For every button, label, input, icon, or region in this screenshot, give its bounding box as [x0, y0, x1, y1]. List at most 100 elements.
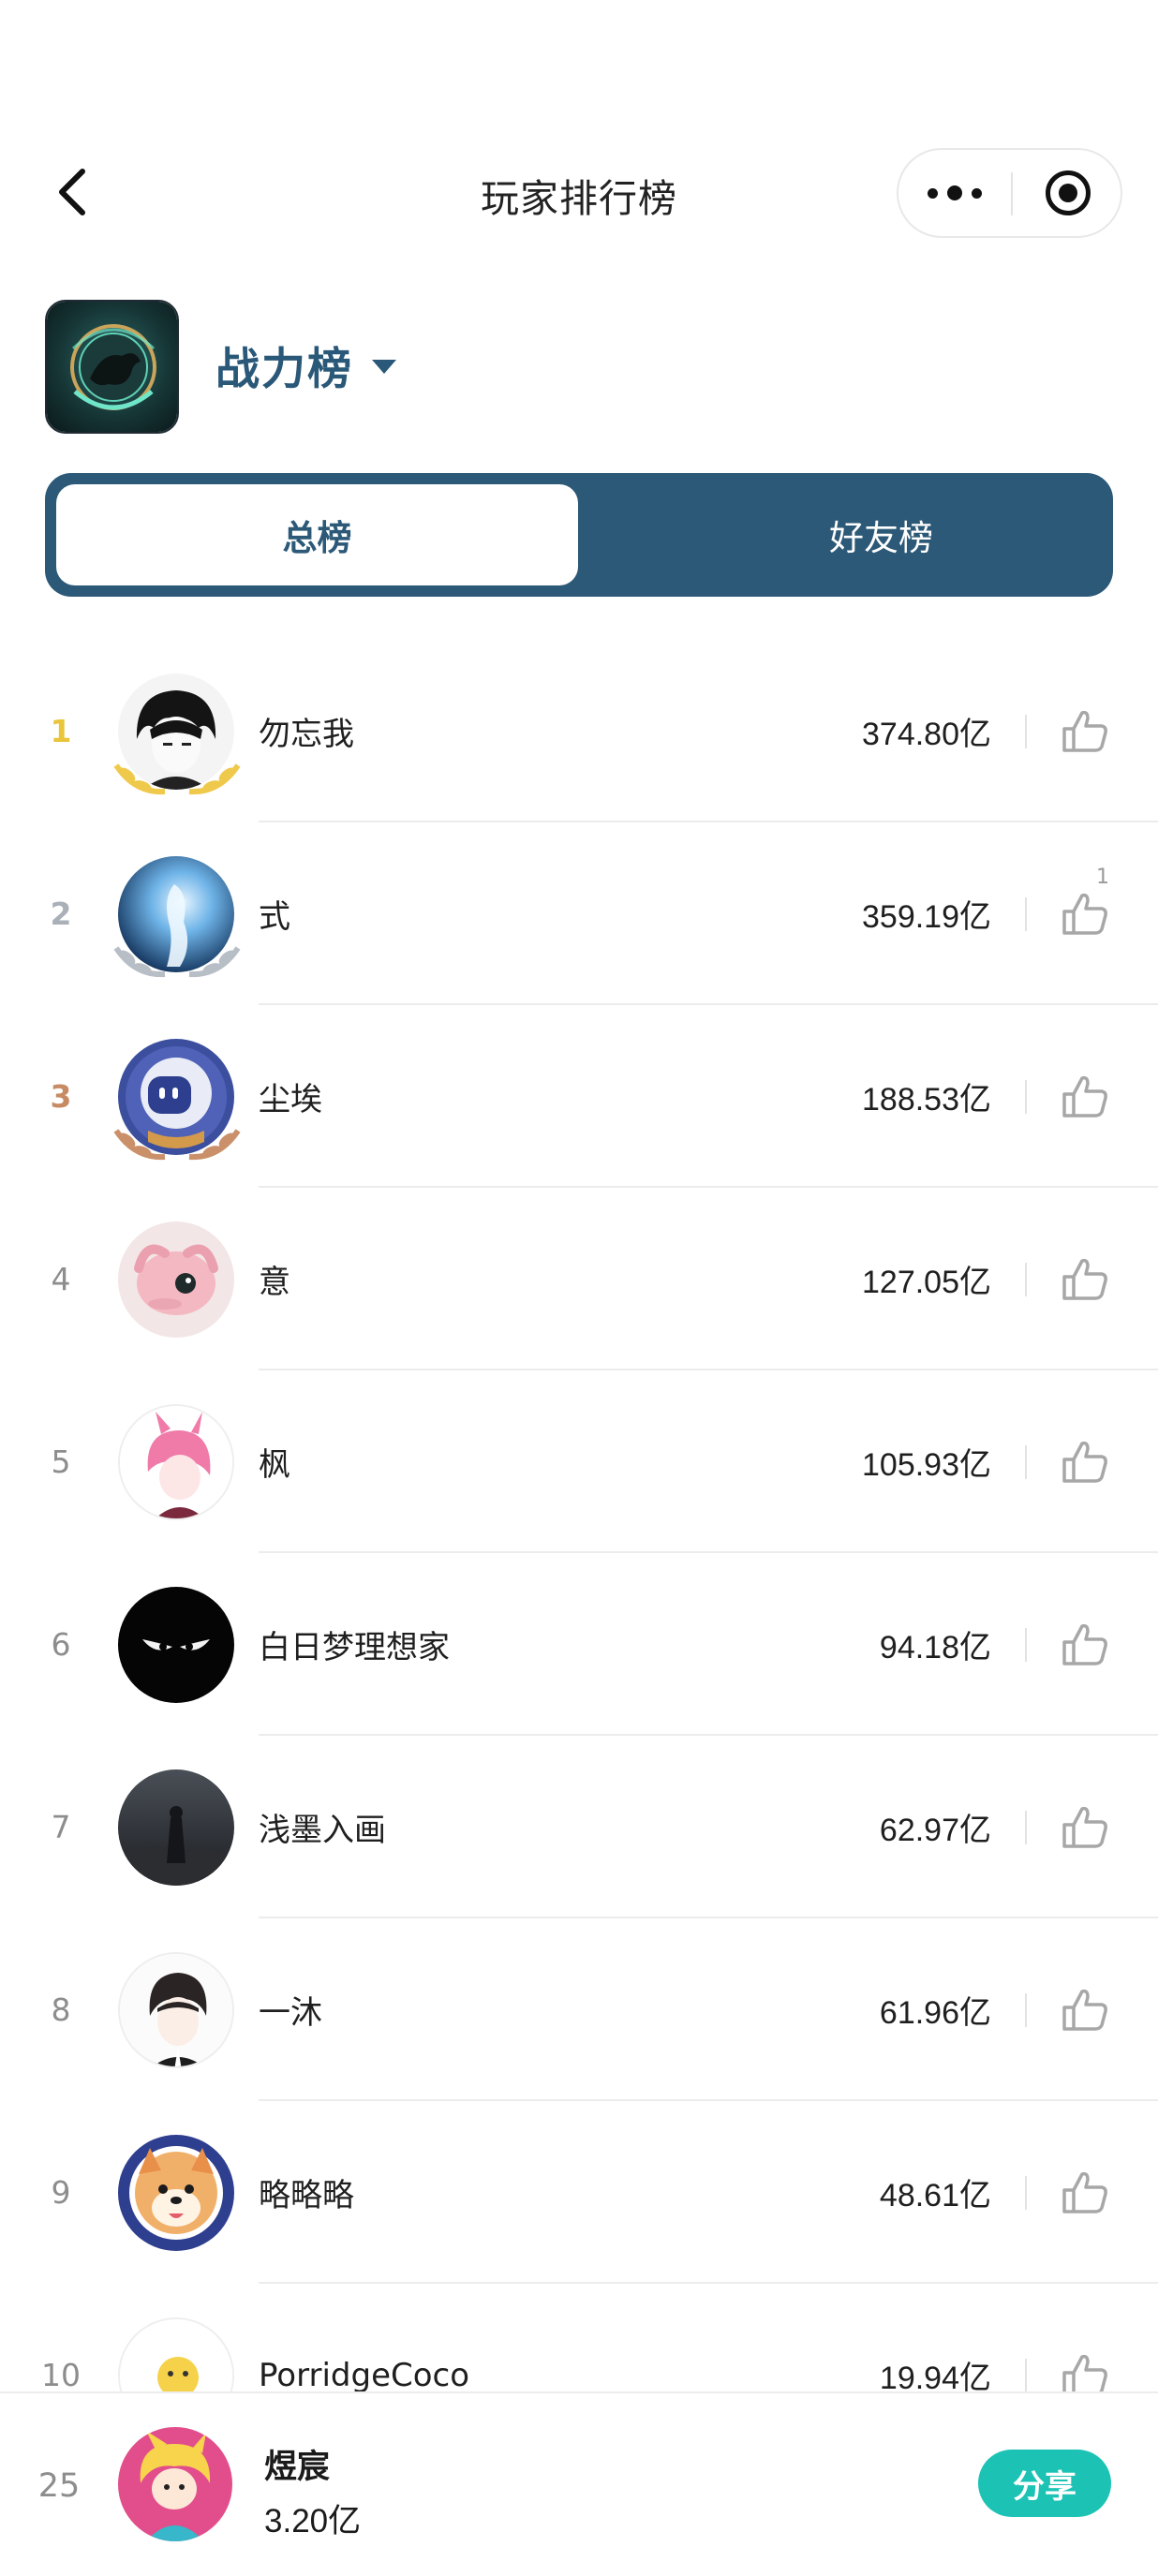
rank-number: 5 — [51, 1443, 71, 1480]
player-name: 白日梦理想家 — [259, 1629, 450, 1666]
thumbs-up-icon — [1062, 2171, 1107, 2213]
board-type-label: 战力榜 — [215, 344, 353, 395]
player-name: 一沐 — [259, 1994, 322, 2032]
thumbs-up-icon — [1062, 893, 1107, 935]
ranking-row: 10 PorridgeCoco 19.94亿 — [0, 2284, 1158, 2391]
ranking-row: 2 式 359.19亿 1 — [0, 822, 1158, 1005]
laurel-gold-icon — [113, 763, 241, 795]
laurel-bronze-icon — [113, 1129, 241, 1161]
player-score: 374.80亿 — [862, 717, 991, 752]
rank-number: 7 — [51, 1809, 71, 1845]
thumbs-up-icon — [1062, 1989, 1107, 2031]
ranking-row: 3 尘埃 188.53亿 — [0, 1005, 1158, 1188]
player-score: 19.94亿 — [879, 2361, 991, 2391]
rank-number: 3 — [50, 1078, 72, 1115]
tab-overall[interactable]: 总榜 — [56, 484, 578, 585]
thumbs-up-icon — [1062, 2354, 1107, 2391]
ranking-row: 4 意 127.05亿 — [0, 1188, 1158, 1370]
like-button[interactable] — [1057, 703, 1113, 760]
rank-number: 9 — [51, 2174, 71, 2211]
player-score: 188.53亿 — [862, 1082, 991, 1118]
row-separator — [1025, 1445, 1027, 1479]
avatar[interactable] — [118, 2135, 234, 2251]
ranking-row: 9 略略略 48.61亿 — [0, 2101, 1158, 2284]
player-score: 359.19亿 — [862, 899, 991, 935]
my-rank-number: 25 — [37, 2466, 81, 2505]
row-separator — [1025, 2359, 1027, 2391]
like-button[interactable] — [1057, 1069, 1113, 1125]
thumbs-up-icon — [1062, 1623, 1107, 1666]
board-type-selector[interactable]: 战力榜 — [215, 333, 396, 397]
ranking-row: 7 浅墨入画 62.97亿 — [0, 1736, 1158, 1918]
like-button[interactable] — [1057, 1982, 1113, 2038]
game-emblem-icon — [47, 302, 177, 432]
row-separator — [1025, 1263, 1027, 1296]
like-button[interactable] — [1057, 1434, 1113, 1490]
like-button[interactable] — [1057, 2347, 1113, 2391]
like-button[interactable] — [1057, 1251, 1113, 1308]
nav-header: 玩家排行榜 — [0, 0, 1158, 272]
more-dots-icon — [928, 187, 938, 199]
like-button[interactable] — [1057, 2165, 1113, 2221]
ranking-row: 8 一沐 61.96亿 — [0, 1918, 1158, 2101]
share-button[interactable]: 分享 — [978, 2450, 1111, 2517]
like-button[interactable] — [1057, 1799, 1113, 1856]
thumbs-up-icon — [1062, 1075, 1107, 1118]
my-player-score: 3.20亿 — [264, 2503, 362, 2539]
player-name: 式 — [259, 898, 290, 936]
thumbs-up-icon — [1062, 710, 1107, 752]
player-score: 48.61亿 — [879, 2178, 991, 2213]
more-button[interactable] — [898, 150, 1011, 236]
avatar[interactable] — [118, 1952, 234, 2068]
ranking-row: 5 枫 105.93亿 — [0, 1370, 1158, 1553]
row-separator — [1025, 2176, 1027, 2210]
player-name: 尘埃 — [259, 1081, 322, 1118]
rank-number: 10 — [41, 2357, 81, 2391]
row-separator — [1025, 715, 1027, 748]
row-separator — [1025, 1080, 1027, 1114]
player-score: 62.97亿 — [879, 1813, 991, 1848]
row-separator — [1025, 897, 1027, 931]
rank-number: 1 — [50, 713, 72, 749]
avatar[interactable] — [118, 1404, 234, 1520]
player-score: 127.05亿 — [862, 1265, 991, 1300]
my-player-name: 煜宸 — [264, 2449, 331, 2486]
row-separator — [1025, 1811, 1027, 1844]
player-name: 意 — [259, 1264, 290, 1301]
game-logo — [45, 300, 179, 434]
like-button[interactable] — [1057, 886, 1113, 942]
my-avatar[interactable] — [118, 2427, 232, 2541]
thumbs-up-icon — [1062, 1806, 1107, 1848]
thumbs-up-icon — [1062, 1258, 1107, 1300]
ranking-row: 6 白日梦理想家 94.18亿 — [0, 1553, 1158, 1736]
rank-number: 8 — [51, 1991, 71, 2028]
player-name: 浅墨入画 — [259, 1812, 386, 1849]
player-name: PorridgeCoco — [259, 2356, 470, 2392]
player-name: 略略略 — [259, 2177, 354, 2214]
rank-number: 2 — [50, 896, 72, 932]
close-miniprogram-button[interactable] — [1013, 150, 1122, 236]
tab-friends[interactable]: 好友榜 — [620, 484, 1142, 585]
player-score: 105.93亿 — [862, 1447, 991, 1483]
avatar[interactable] — [118, 2317, 234, 2391]
target-icon — [1045, 170, 1091, 215]
row-separator — [1025, 1628, 1027, 1662]
like-button[interactable] — [1057, 1617, 1113, 1673]
rank-number: 6 — [51, 1626, 71, 1663]
rank-number: 4 — [51, 1261, 71, 1297]
like-count: 1 — [1096, 866, 1109, 889]
avatar[interactable] — [118, 1221, 234, 1338]
ranking-row: 1 勿忘我 374.80亿 — [0, 640, 1158, 822]
ranking-tabs: 总榜 好友榜 — [45, 473, 1113, 597]
avatar[interactable] — [118, 1587, 234, 1703]
caret-down-icon — [372, 360, 396, 374]
player-score: 61.96亿 — [879, 1995, 991, 2031]
my-ranking-bar: 25 煜宸 3.20亿 分享 — [0, 2391, 1158, 2576]
player-score: 94.18亿 — [879, 1630, 991, 1666]
ranking-list[interactable]: 1 勿忘我 374.80亿 2 式 359.19亿 1 3 尘埃 188.53亿… — [0, 640, 1158, 2391]
mini-program-capsule — [897, 148, 1122, 238]
player-name: 枫 — [259, 1446, 290, 1484]
laurel-silver-icon — [113, 946, 241, 978]
row-separator — [1025, 1993, 1027, 2027]
avatar[interactable] — [118, 1769, 234, 1886]
